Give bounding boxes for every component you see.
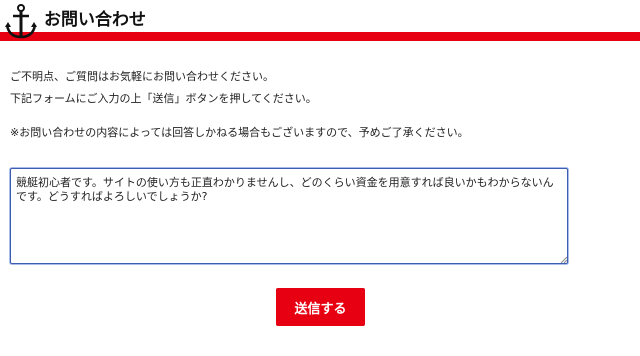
submit-button[interactable]: 送信する [276,288,365,326]
intro-line-2: 下記フォームにご入力の上「送信」ボタンを押してください。 [10,92,317,105]
header-red-band [0,32,640,41]
page-title: お問い合わせ [44,10,146,30]
anchor-icon [5,4,37,39]
message-textarea[interactable]: 競艇初心者です。サイトの使い方も正直わかりませんし、どのくらい資金を用意すれば良… [10,168,568,264]
intro-notice: ※お問い合わせの内容によっては回答しかねる場合もございますので、予めご了承くださ… [10,126,469,139]
resize-handle-icon[interactable] [560,256,567,263]
page-header: お問い合わせ [0,0,640,44]
contact-page: お問い合わせ ご不明点、ご質問はお気軽にお問い合わせください。 下記フォームにご… [0,0,640,356]
intro-line-1: ご不明点、ご質問はお気軽にお問い合わせください。 [10,70,274,83]
